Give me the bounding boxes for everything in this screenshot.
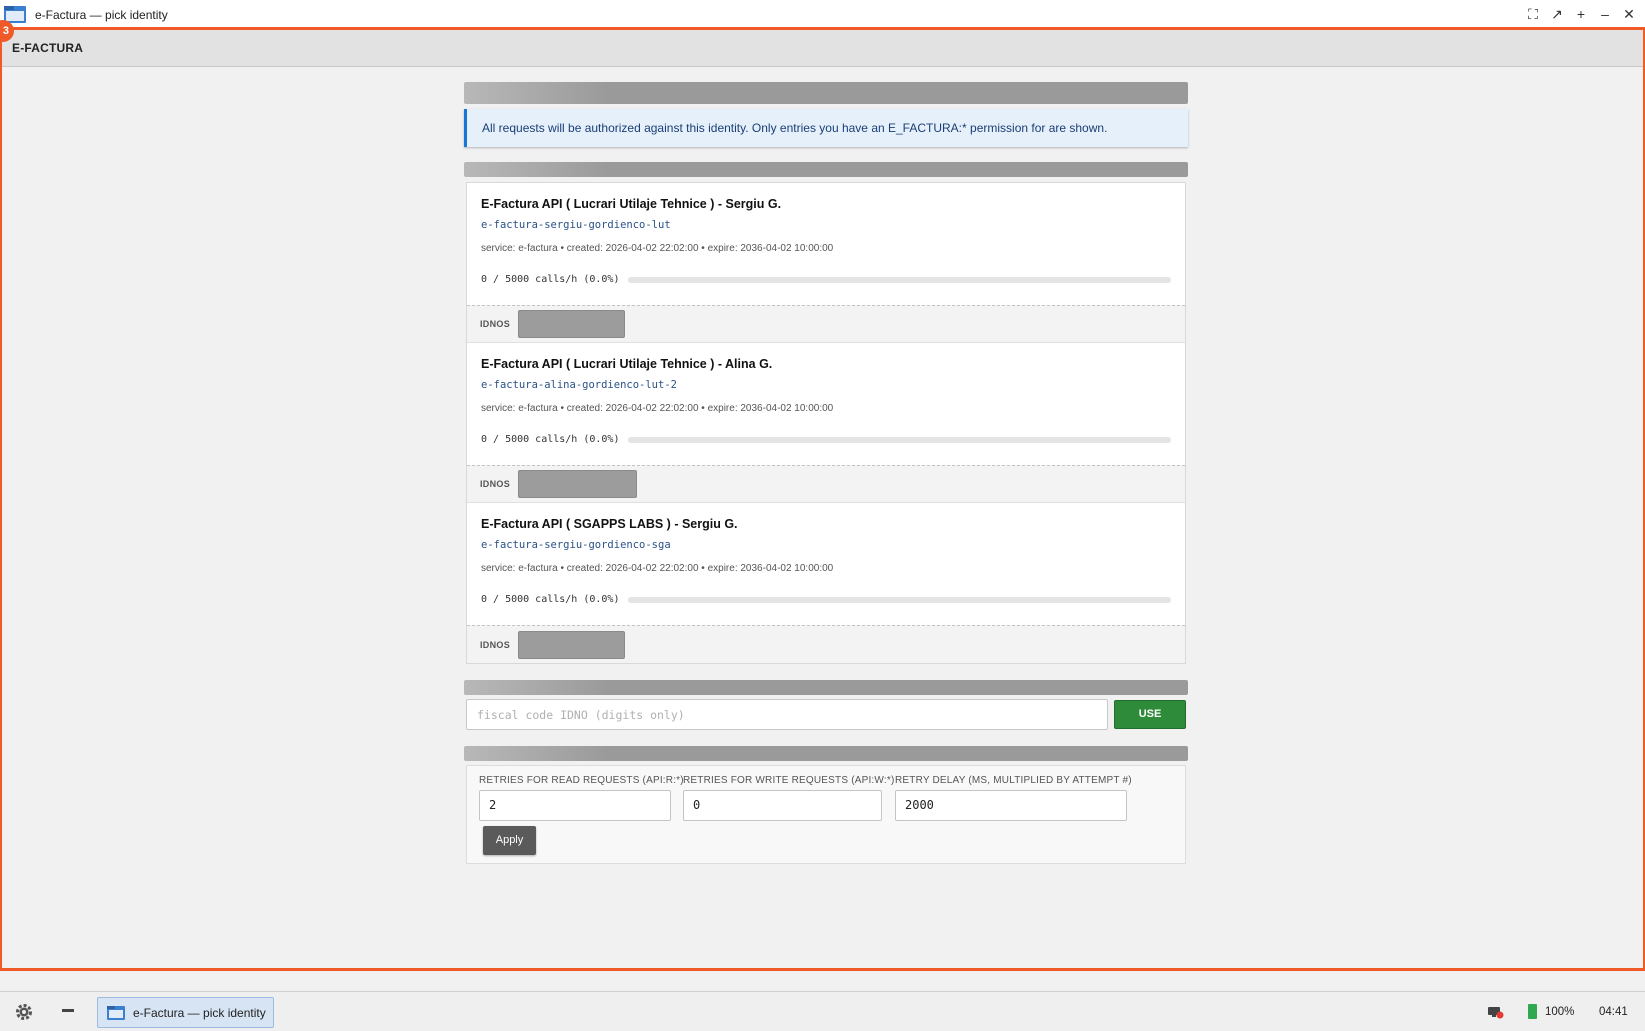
main-content: All requests will be authorized against … [464,82,1188,864]
minimize-all-icon[interactable] [62,1009,74,1012]
read-retries-input[interactable]: 2 [479,790,671,821]
section-header-redacted [464,162,1188,177]
write-retries-label: RETRIES FOR WRITE REQUESTS (API:W:*) [683,775,895,786]
close-icon[interactable]: ✕ [1621,5,1637,23]
idno-input[interactable] [466,699,1108,730]
idno-chip-redacted[interactable] [518,630,626,659]
app-header: E-FACTURA [2,30,1643,67]
identity-slug: e-factura-sergiu-gordienco-lut [481,219,671,231]
idno-chip-redacted[interactable] [518,310,626,338]
usage-bar [628,276,1171,283]
usage-text: 0 / 5000 calls/h (0.0%) [481,434,620,445]
retry-delay-label: RETRY DELAY (MS, MULTIPLIED BY ATTEMPT #… [895,775,1132,786]
idnos-row: IDNOS [467,625,1185,663]
window-titlebar: e-Factura — pick identity ⛶ ↗ + – ✕ [0,0,1645,30]
window-controls: ⛶ ↗ + – ✕ [1525,5,1637,23]
identity-name: E-Factura API ( SGAPPS LABS ) - Sergiu G… [481,517,738,531]
battery-level: 100% [1545,1006,1575,1018]
gear-icon[interactable] [14,1002,34,1022]
identity-card[interactable]: E-Factura API ( Lucrari Utilaje Tehnice … [467,183,1185,305]
idnos-label: IDNOS [480,479,511,489]
section-header-redacted [464,82,1188,104]
minimize-icon[interactable]: – [1597,5,1613,23]
read-retries-field: RETRIES FOR READ REQUESTS (API:R:*) 2 [479,775,684,821]
network-icon[interactable] [1488,1005,1504,1019]
identity-meta: service: e-factura • created: 2026-04-02… [481,563,834,574]
window-title: e-Factura — pick identity [35,8,168,22]
battery-icon[interactable] [1528,1004,1537,1019]
idno-entry-section: USE [464,680,1188,730]
usage-row: 0 / 5000 calls/h (0.0%) [481,434,1171,445]
new-window-icon[interactable]: + [1573,5,1589,23]
read-retries-label: RETRIES FOR READ REQUESTS (API:R:*) [479,775,684,786]
identity-name: E-Factura API ( Lucrari Utilaje Tehnice … [481,357,773,371]
retry-settings-section: RETRIES FOR READ REQUESTS (API:R:*) 2 RE… [464,746,1188,864]
identity-slug: e-factura-sergiu-gordienco-sga [481,539,671,551]
retry-delay-field: RETRY DELAY (MS, MULTIPLIED BY ATTEMPT #… [895,775,1132,821]
taskbar-task-label: e-Factura — pick identity [133,1006,266,1020]
apply-button[interactable]: Apply [483,826,536,855]
fullscreen-icon[interactable]: ⛶ [1525,5,1541,23]
idno-form: USE [464,699,1188,730]
section-header-redacted [464,746,1188,761]
info-alert: All requests will be authorized against … [464,109,1188,147]
section-header-redacted [464,680,1188,695]
retry-panel: RETRIES FOR READ REQUESTS (API:R:*) 2 RE… [466,765,1186,864]
write-retries-input[interactable]: 0 [683,790,882,821]
identity-slug: e-factura-alina-gordienco-lut-2 [481,379,677,391]
idno-chip-redacted[interactable] [518,470,638,498]
idnos-row: IDNOS [467,305,1185,343]
app-window: E-FACTURA All requests will be authorize… [0,30,1645,971]
identity-list: E-Factura API ( Lucrari Utilaje Tehnice … [466,182,1186,664]
identity-card[interactable]: E-Factura API ( Lucrari Utilaje Tehnice … [467,343,1185,465]
usage-text: 0 / 5000 calls/h (0.0%) [481,594,620,605]
identity-name: E-Factura API ( Lucrari Utilaje Tehnice … [481,197,782,211]
identity-meta: service: e-factura • created: 2026-04-02… [481,403,834,414]
usage-row: 0 / 5000 calls/h (0.0%) [481,274,1171,285]
taskbar: e-Factura — pick identity 100% 04:41 [0,991,1645,1031]
use-button[interactable]: USE [1114,700,1186,729]
usage-bar [628,436,1171,443]
clock[interactable]: 04:41 [1599,1006,1628,1018]
retry-delay-input[interactable]: 2000 [895,790,1127,821]
detach-icon[interactable]: ↗ [1549,5,1565,23]
identity-meta: service: e-factura • created: 2026-04-02… [481,243,834,254]
write-retries-field: RETRIES FOR WRITE REQUESTS (API:W:*) 0 [683,775,894,821]
folder-icon [107,1006,125,1020]
usage-bar [628,596,1171,603]
usage-text: 0 / 5000 calls/h (0.0%) [481,274,620,285]
idnos-label: IDNOS [480,639,511,650]
taskbar-task[interactable]: e-Factura — pick identity [97,997,274,1028]
usage-row: 0 / 5000 calls/h (0.0%) [481,594,1171,605]
idnos-row: IDNOS [467,465,1185,503]
idnos-label: IDNOS [480,319,511,329]
identity-card[interactable]: E-Factura API ( SGAPPS LABS ) - Sergiu G… [467,503,1185,625]
